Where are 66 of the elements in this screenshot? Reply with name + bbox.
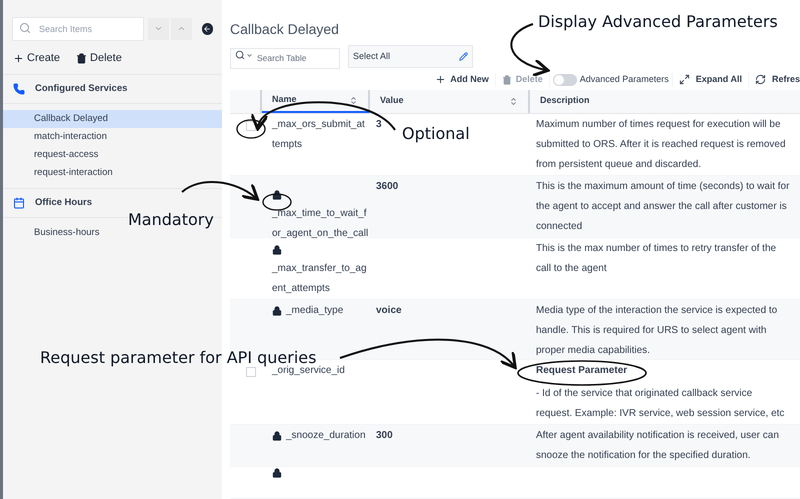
refresh-icon — [754, 74, 766, 86]
parameter-description: Maximum number of times request for execution will be submitted to ORS. After it is reached request is removed from persistent queue and discarded. — [536, 118, 787, 172]
section-title: Office Hours — [35, 196, 92, 210]
lock-icon — [272, 468, 282, 478]
parameter-name: _max_ors_submit_at tempts — [272, 118, 365, 152]
sort-icon — [509, 96, 518, 106]
plus-icon — [435, 74, 446, 86]
parameter-tag: Request Parameter — [536, 364, 628, 378]
trash-icon — [502, 74, 512, 85]
phone-icon — [13, 83, 25, 95]
service-item[interactable]: request-interaction — [3, 164, 222, 182]
parameter-description: Media type of the interaction the service is expected to handle. This is required for URS to select agent with proper media capabilities. — [536, 304, 778, 358]
refresh-button[interactable]: Refres — [748, 73, 800, 87]
parameter-value: 300 — [376, 430, 393, 441]
arrow-left-icon — [203, 24, 212, 32]
lock-icon — [272, 430, 282, 441]
lock-icon — [272, 306, 282, 316]
chevron-down-icon — [246, 52, 253, 59]
up-button[interactable] — [170, 18, 192, 40]
annotation-circle — [236, 119, 266, 139]
expand-all-button[interactable]: Expand All — [672, 73, 748, 87]
parameter-description: This is the max number of times to retry transfer of the call to the agent — [536, 242, 778, 276]
search-icon — [235, 50, 245, 60]
pencil-icon — [459, 52, 468, 61]
parameter-value: 3 — [376, 118, 382, 130]
down-button[interactable] — [148, 18, 169, 40]
section-title: Configured Services — [35, 82, 128, 96]
chevron-down-icon — [154, 24, 163, 33]
plus-icon — [13, 52, 24, 64]
search-field[interactable]: Search Items — [12, 17, 144, 41]
parameter-description: - Id of the service that originated callback service request. Example: IVR service, web session service, etc — [536, 386, 786, 421]
search-icon — [19, 22, 31, 34]
parameter-name: _max_transfer_to_ag ent_attempts — [272, 262, 367, 296]
annotation-text: Optional — [402, 123, 470, 145]
column-header[interactable]: Description — [530, 90, 800, 113]
parameter-value: 3600 — [376, 180, 398, 192]
annotation-text: Request parameter for API queries — [40, 347, 316, 367]
select-field[interactable]: Select All — [348, 45, 473, 68]
parameter-name: _snooze_duration — [286, 428, 366, 443]
sort-icon — [349, 96, 358, 105]
toggle-switch[interactable] — [552, 74, 577, 86]
service-item[interactable]: request-access — [3, 146, 222, 164]
expand-icon — [678, 74, 690, 86]
parameter-description: This is the maximum amount of time (seconds) to wait for the agent to accept and answer the call after customer is connected — [536, 180, 790, 234]
service-item[interactable]: match-interaction — [3, 128, 222, 146]
parameter-description: After agent availability notification is received, user can snooze the notification for the specified duration. — [536, 428, 780, 463]
annotation-text: Mandatory — [128, 209, 214, 231]
page-title: Callback Delayed — [230, 20, 339, 37]
table-search-field[interactable]: Search Table — [230, 48, 340, 68]
create-button[interactable]: Create — [13, 50, 60, 66]
toggle-label: Advanced Parameters — [580, 73, 669, 86]
trash-icon — [76, 52, 88, 64]
parameter-name: _orig_service_id — [272, 364, 345, 378]
collapse-button[interactable] — [202, 22, 214, 34]
lock-icon — [272, 190, 282, 200]
delete-button[interactable]: Delete — [76, 50, 122, 66]
chevron-up-icon — [176, 24, 186, 33]
add-new-button[interactable]: Add New — [429, 73, 495, 87]
checkbox[interactable] — [246, 366, 256, 377]
parameter-value: voice — [376, 304, 402, 316]
calendar-icon — [13, 197, 25, 209]
service-item[interactable]: Callback Delayed — [3, 110, 222, 128]
parameter-name: _max_time_to_wait_f or_agent_on_the_call — [272, 206, 368, 241]
parameter-name: _media_type — [286, 304, 344, 318]
annotation-text: Display Advanced Parameters — [538, 11, 778, 33]
lock-icon — [272, 244, 282, 255]
